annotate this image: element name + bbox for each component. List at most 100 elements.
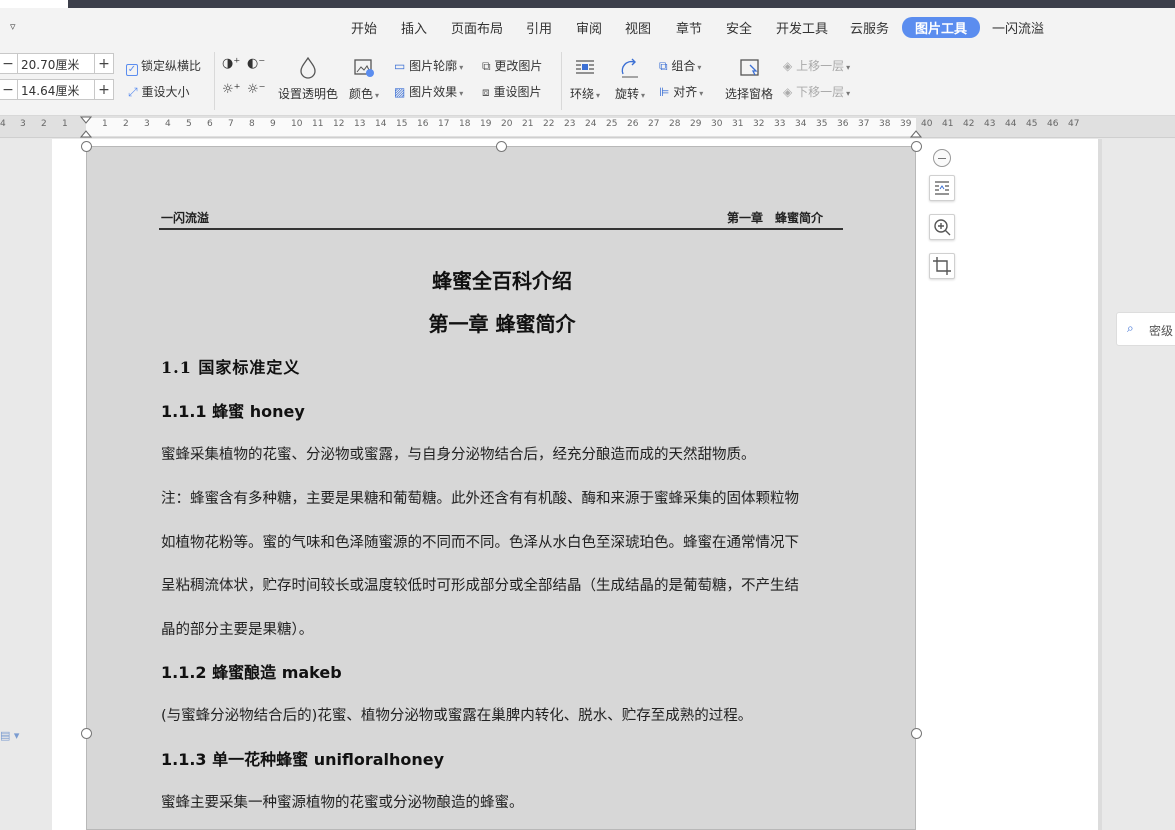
secret-level-panel[interactable]: ⌕ 密级 (1116, 312, 1175, 346)
resize-handle-right[interactable] (911, 728, 922, 739)
rotate-icon (621, 58, 638, 78)
contrast-down-icon[interactable]: ☼⁻ (247, 82, 266, 97)
brightness-down-icon[interactable]: ☼⁺ (222, 82, 241, 97)
align-button[interactable]: ⊫ 对齐 ▾ (659, 83, 703, 100)
ruler-number: 34 (795, 119, 807, 129)
tab-chapter[interactable]: 章节 (676, 18, 702, 37)
quick-access-chevron-icon[interactable]: ▿ (10, 20, 16, 33)
tab-view[interactable]: 视图 (625, 18, 651, 37)
width-decrease-button[interactable]: − (0, 56, 17, 72)
group-icon: ⧉ (659, 59, 668, 73)
color-icon (354, 59, 374, 77)
picture-effects-button[interactable]: ▨ 图片效果 ▾ (394, 83, 463, 100)
transparency-icon (300, 56, 316, 79)
rotate-label: 旋转 (615, 87, 640, 101)
zoom-button[interactable] (929, 214, 955, 240)
ribbon-divider (561, 52, 562, 110)
color-label: 颜色 (349, 87, 374, 101)
ruler-number: 16 (417, 119, 429, 129)
resize-handle-left[interactable] (81, 728, 92, 739)
ruler-number: 42 (963, 119, 975, 129)
ruler-number: 23 (564, 119, 576, 129)
doc-paragraph: 蜜蜂主要采集一种蜜源植物的花蜜或分泌物酿造的蜂蜜。 (161, 795, 524, 811)
ruler-number: 32 (753, 119, 765, 129)
tab-developer[interactable]: 开发工具 (776, 18, 828, 37)
ruler-number: 9 (270, 119, 276, 129)
tab-user[interactable]: 一闪流溢 (992, 18, 1044, 37)
reset-size-button[interactable]: ⤢ 重设大小 (128, 83, 189, 100)
check-icon: ✓ (126, 64, 138, 76)
doc-header-right: 第一章 蜂蜜简介 (726, 211, 823, 225)
collapse-toolbar-icon[interactable] (933, 149, 951, 167)
height-stepper[interactable]: − 14.64厘米 + (0, 79, 114, 100)
ruler-number: 4 (165, 119, 171, 129)
change-picture-button[interactable]: ⧉ 更改图片 (482, 57, 542, 74)
right-indent-marker-icon[interactable] (910, 116, 922, 138)
change-picture-label: 更改图片 (494, 59, 543, 73)
picture-outline-button[interactable]: ▭ 图片轮廓 ▾ (394, 57, 463, 74)
ruler-number: 14 (375, 119, 387, 129)
resize-handle-top-right[interactable] (911, 141, 922, 152)
ruler-number: 31 (732, 119, 744, 129)
tab-security[interactable]: 安全 (726, 18, 752, 37)
ruler-number: 38 (879, 119, 891, 129)
indent-marker-icon[interactable] (80, 116, 92, 138)
ruler-number: 15 (396, 119, 408, 129)
resize-handle-top-left[interactable] (81, 141, 92, 152)
tab-picture-tools[interactable]: 图片工具 (902, 17, 981, 38)
width-stepper[interactable]: − 20.70厘米 + (0, 53, 114, 74)
rotate-button[interactable]: 旋转 ▾ (615, 85, 645, 102)
ruler-number: 2 (41, 119, 47, 129)
send-backward-icon: ◈ (783, 85, 793, 99)
reset-picture-button[interactable]: ⧈ 重设图片 (482, 83, 541, 100)
ruler-number: 41 (942, 119, 954, 129)
doc-paragraph: 呈粘稠流体状，贮存时间较长或温度较低时可形成部分或全部结晶（生成结晶的是葡萄糖，… (161, 578, 799, 594)
doc-subsection-heading: 1.1.1 蜂蜜 honey (161, 402, 305, 421)
horizontal-ruler[interactable]: 4 3 2 1 1 2 3 4 5 6 7 8 9 10 11 12 13 14 15 16 17 18 19 20 21 22 2… (0, 116, 1175, 138)
tab-review[interactable]: 审阅 (576, 18, 602, 37)
send-backward-button[interactable]: ◈ 下移一层 ▾ (783, 83, 850, 100)
ruler-number: 8 (249, 119, 255, 129)
doc-paragraph: 晶的部分主要是果糖）。 (161, 622, 314, 638)
color-button[interactable]: 颜色 ▾ (349, 85, 379, 102)
left-margin-icon[interactable]: ▤ ▾ (0, 729, 19, 742)
wrap-button[interactable]: 环绕 ▾ (570, 85, 600, 102)
tab-page-layout[interactable]: 页面布局 (451, 18, 503, 37)
ruler-number: 36 (837, 119, 849, 129)
ruler-number: 3 (144, 119, 150, 129)
selection-pane-button[interactable]: 选择窗格 (725, 85, 773, 102)
group-button[interactable]: ⧉ 组合 ▾ (659, 57, 701, 74)
tab-insert[interactable]: 插入 (401, 18, 427, 37)
transparency-button[interactable]: 设置透明色 (278, 85, 338, 102)
doc-paragraph: 如植物花粉等。蜜的气味和色泽随蜜源的不同而不同。色泽从水白色至深琥珀色。蜂蜜在通… (161, 535, 799, 551)
ruler-number: 33 (774, 119, 786, 129)
tab-home[interactable]: 开始 (351, 18, 377, 37)
doc-subsection-heading: 1.1.2 蜂蜜酿造 makeb (161, 663, 342, 682)
contrast-up-icon[interactable]: ◐⁻ (247, 56, 265, 71)
outline-icon: ▭ (394, 59, 406, 73)
wrap-label: 环绕 (570, 87, 595, 101)
crop-button[interactable] (929, 253, 955, 279)
selected-picture[interactable]: 一闪流溢 第一章 蜂蜜简介 蜂蜜全百科介绍 第一章 蜂蜜简介 1.1 国家标准定… (86, 146, 916, 830)
tab-references[interactable]: 引用 (526, 18, 552, 37)
doc-paragraph: (与蜜蜂分泌物结合后的)花蜜、植物分泌物或蜜露在巢脾内转化、脱水、贮存至成熟的过… (161, 708, 753, 724)
wrap-icon (576, 60, 594, 74)
ruler-number: 11 (312, 119, 324, 129)
ruler-number: 3 (20, 119, 26, 129)
ruler-number: 2 (123, 119, 129, 129)
layout-options-button[interactable] (929, 175, 955, 201)
height-input[interactable]: 14.64厘米 (17, 80, 95, 99)
tab-cloud[interactable]: 云服务 (850, 18, 889, 37)
height-increase-button[interactable]: + (95, 82, 113, 98)
brightness-up-icon[interactable]: ◑⁺ (222, 56, 240, 71)
bring-forward-button[interactable]: ◈ 上移一层 ▾ (783, 57, 850, 74)
lock-ratio-checkbox[interactable]: ✓ 锁定纵横比 (126, 57, 201, 76)
resize-handle-top[interactable] (496, 141, 507, 152)
ruler-number: 47 (1068, 119, 1080, 129)
height-decrease-button[interactable]: − (0, 82, 17, 98)
ruler-number: 13 (354, 119, 366, 129)
width-input[interactable]: 20.70厘米 (17, 54, 95, 73)
title-bar-strip (0, 0, 1175, 8)
ruler-number: 20 (501, 119, 513, 129)
width-increase-button[interactable]: + (95, 56, 113, 72)
